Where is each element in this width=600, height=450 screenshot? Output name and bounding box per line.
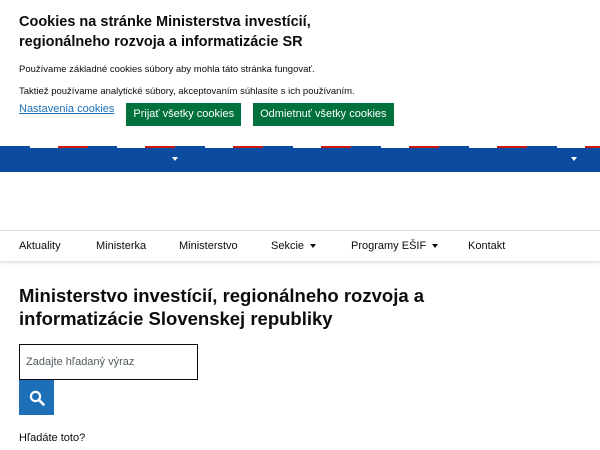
flag-stripe-white — [30, 146, 58, 148]
cookie-settings-link[interactable]: Nastavenia cookies — [19, 103, 114, 115]
main-navigation: Aktuality Ministerka Ministerstvo Sekcie… — [0, 230, 600, 261]
nav-item-label: Ministerstvo — [179, 240, 238, 252]
cookie-analytics-text: Taktiež používame analytické súbory, akc… — [19, 86, 355, 97]
flag-stripe-red — [497, 146, 527, 148]
nav-item-sekcie[interactable]: Sekcie — [271, 231, 317, 261]
nav-item-label: Kontakt — [468, 240, 506, 252]
page-title: Ministerstvo investícií, regionálneho ro… — [19, 285, 425, 329]
header-dropdown-caret-icon[interactable] — [571, 157, 577, 161]
cookie-banner: Cookies na stránke Ministerstva investíc… — [0, 0, 600, 146]
flag-stripe-white — [205, 146, 233, 148]
flag-stripe-red — [58, 146, 88, 148]
search-input[interactable] — [19, 344, 198, 380]
flag-stripe-red — [409, 146, 439, 148]
flag-stripe-white — [469, 146, 497, 148]
header-bar — [0, 146, 600, 172]
nav-item-label: Sekcie — [271, 240, 305, 252]
flag-stripe-red — [233, 146, 263, 148]
caret-down-icon — [310, 244, 317, 249]
cookie-actions: Nastavenia cookies Prijať všetky cookies… — [19, 103, 406, 126]
nav-item-aktuality[interactable]: Aktuality — [19, 231, 61, 261]
flag-stripe-red — [145, 146, 175, 148]
search-suggestions-heading: Hľadáte toto? — [19, 432, 86, 444]
nav-item-label: Programy EŠIF — [351, 240, 427, 252]
flag-stripe-red — [585, 146, 600, 148]
nav-item-ministerka[interactable]: Ministerka — [96, 231, 146, 261]
search-icon — [29, 390, 45, 406]
nav-item-programy-esif[interactable]: Programy EŠIF — [351, 231, 439, 261]
nav-item-label: Ministerka — [96, 240, 147, 252]
search-button[interactable] — [19, 380, 54, 415]
flag-stripe-white — [557, 146, 585, 148]
reject-all-cookies-button[interactable]: Odmietnuť všetky cookies — [253, 103, 394, 126]
cookie-banner-title: Cookies na stránke Ministerstva investíc… — [19, 14, 311, 50]
header-dropdown-caret-icon[interactable] — [172, 157, 178, 161]
cookie-basic-text: Používame základné cookies súbory aby mo… — [19, 64, 315, 75]
flag-stripe-white — [117, 146, 145, 148]
flag-stripe-white — [381, 146, 409, 148]
accept-all-cookies-button[interactable]: Prijať všetky cookies — [126, 103, 242, 126]
nav-item-ministerstvo[interactable]: Ministerstvo — [179, 231, 238, 261]
flag-stripe-red — [321, 146, 351, 148]
flag-stripe-white — [293, 146, 321, 148]
nav-item-kontakt[interactable]: Kontakt — [468, 231, 505, 261]
caret-down-icon — [432, 244, 439, 249]
nav-item-label: Aktuality — [19, 240, 61, 252]
